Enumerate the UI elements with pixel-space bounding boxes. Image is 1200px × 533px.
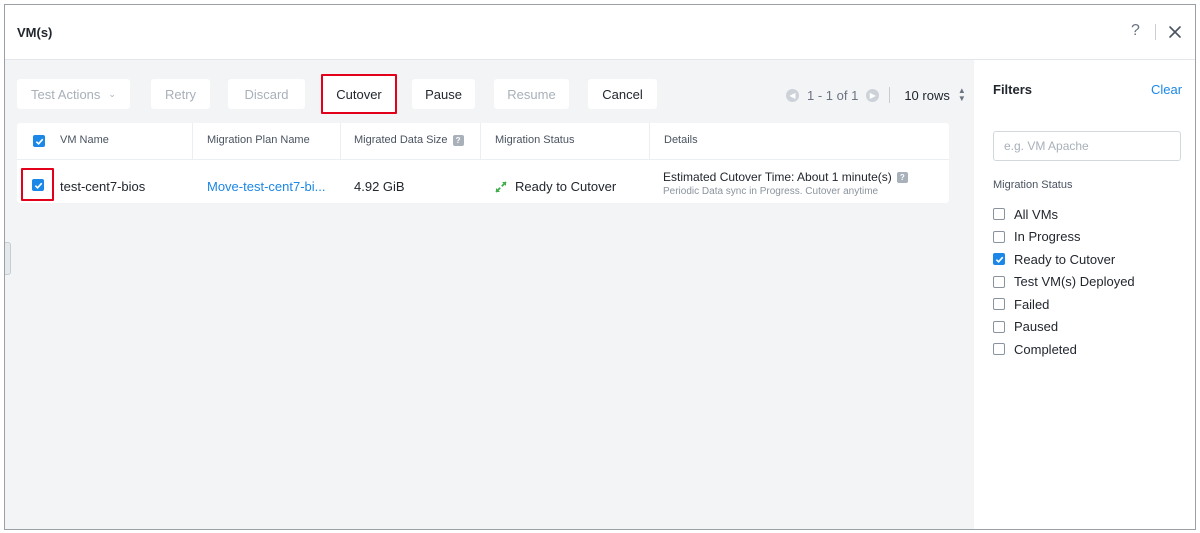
help-icon[interactable]: ? xyxy=(452,134,464,146)
cell-migration-status: Ready to Cutover xyxy=(495,179,616,194)
filter-option-test-vms-deployed[interactable]: Test VM(s) Deployed xyxy=(993,271,1135,294)
cell-details-main: Estimated Cutover Time: About 1 minute(s… xyxy=(663,170,908,184)
header-migration-plan-name[interactable]: Migration Plan Name xyxy=(207,134,310,146)
filter-option-label: Ready to Cutover xyxy=(1014,251,1116,267)
rows-per-page-select[interactable]: 10 rows ▲ ▼ xyxy=(904,87,965,103)
header-migrated-data-size[interactable]: Migrated Data Size ? xyxy=(354,134,464,146)
filter-option-label: Completed xyxy=(1014,341,1077,357)
unchecked-checkbox[interactable] xyxy=(993,275,1005,288)
header-details[interactable]: Details xyxy=(664,134,698,146)
check-icon xyxy=(995,256,1003,263)
retry-button[interactable]: Retry xyxy=(151,79,210,109)
checked-checkbox[interactable] xyxy=(993,253,1005,266)
filter-option-all-vms[interactable]: All VMs xyxy=(993,203,1135,226)
pause-button[interactable]: Pause xyxy=(412,79,475,109)
discard-button[interactable]: Discard xyxy=(228,79,305,109)
column-divider xyxy=(649,123,650,160)
row-select-checkbox[interactable] xyxy=(32,179,44,191)
filters-title: Filters xyxy=(993,82,1033,97)
column-divider xyxy=(192,123,193,160)
help-icon[interactable]: ? xyxy=(1131,22,1140,40)
cell-data-size: 4.92 GiB xyxy=(354,179,405,194)
filter-search-input[interactable] xyxy=(993,131,1181,161)
filter-option-label: Test VM(s) Deployed xyxy=(1014,274,1135,290)
filter-option-paused[interactable]: Paused xyxy=(993,316,1135,339)
header-vm-name[interactable]: VM Name xyxy=(60,134,109,146)
filter-option-label: In Progress xyxy=(1014,229,1081,245)
column-divider xyxy=(340,123,341,160)
help-icon[interactable]: ? xyxy=(896,171,908,183)
migration-status-filter-list: All VMs In Progress Ready to Cutover Tes… xyxy=(993,203,1135,361)
next-page-icon[interactable]: ▶ xyxy=(866,88,880,102)
chevron-down-icon: ⌄ xyxy=(108,88,116,99)
collapse-handle[interactable] xyxy=(5,242,11,275)
filter-option-completed[interactable]: Completed xyxy=(993,338,1135,361)
test-actions-label: Test Actions xyxy=(31,86,101,102)
cutover-arrows-icon xyxy=(495,180,507,193)
filter-option-ready-to-cutover[interactable]: Ready to Cutover xyxy=(993,248,1135,271)
unchecked-checkbox[interactable] xyxy=(993,230,1005,243)
filter-option-in-progress[interactable]: In Progress xyxy=(993,226,1135,249)
cell-details-sub: Periodic Data sync in Progress. Cutover … xyxy=(663,186,879,197)
check-icon xyxy=(34,182,42,189)
pagination: ◀ 1 - 1 of 1 ▶ 10 rows ▲ ▼ xyxy=(786,87,966,103)
clear-filters-link[interactable]: Clear xyxy=(1151,82,1182,97)
cancel-button[interactable]: Cancel xyxy=(588,79,657,109)
header-migration-status[interactable]: Migration Status xyxy=(495,134,574,146)
rows-per-page-label: 10 rows xyxy=(904,87,950,103)
status-text: Ready to Cutover xyxy=(515,179,617,194)
migration-status-section-label: Migration Status xyxy=(993,179,1073,191)
cutover-button[interactable]: Cutover xyxy=(323,79,395,109)
cell-vm-name: test-cent7-bios xyxy=(60,179,146,194)
header-migrated-data-size-label: Migrated Data Size xyxy=(354,134,448,146)
prev-page-icon[interactable]: ◀ xyxy=(786,88,799,102)
unchecked-checkbox[interactable] xyxy=(993,208,1005,221)
vms-dialog: VM(s) ? Test Actions ⌄ Retry Discard Cut… xyxy=(4,4,1196,530)
page-range: 1 - 1 of 1 xyxy=(807,87,859,103)
estimated-cutover-text: Estimated Cutover Time: About 1 minute(s… xyxy=(663,170,892,184)
filter-option-label: Failed xyxy=(1014,296,1050,312)
test-actions-dropdown[interactable]: Test Actions ⌄ xyxy=(17,79,130,109)
dialog-header: VM(s) ? xyxy=(5,5,1195,60)
cell-migration-plan-link[interactable]: Move-test-cent7-bi... xyxy=(207,179,326,194)
filters-panel: Filters Clear Migration Status All VMs I… xyxy=(974,60,1195,529)
table-header: VM Name Migration Plan Name Migrated Dat… xyxy=(17,123,949,160)
dialog-title: VM(s) xyxy=(17,25,53,40)
check-icon xyxy=(35,138,43,145)
unchecked-checkbox[interactable] xyxy=(993,320,1005,333)
sort-arrows-icon: ▲ ▼ xyxy=(957,86,966,103)
unchecked-checkbox[interactable] xyxy=(993,343,1005,356)
pagination-divider xyxy=(889,87,891,103)
header-divider xyxy=(1155,24,1156,40)
column-divider xyxy=(480,123,481,160)
resume-button[interactable]: Resume xyxy=(494,79,569,109)
filter-option-label: All VMs xyxy=(1014,206,1059,222)
select-all-checkbox[interactable] xyxy=(33,135,45,147)
unchecked-checkbox[interactable] xyxy=(993,298,1005,311)
filter-option-failed[interactable]: Failed xyxy=(993,293,1135,316)
close-icon[interactable] xyxy=(1168,25,1182,39)
filter-option-label: Paused xyxy=(1014,319,1059,335)
